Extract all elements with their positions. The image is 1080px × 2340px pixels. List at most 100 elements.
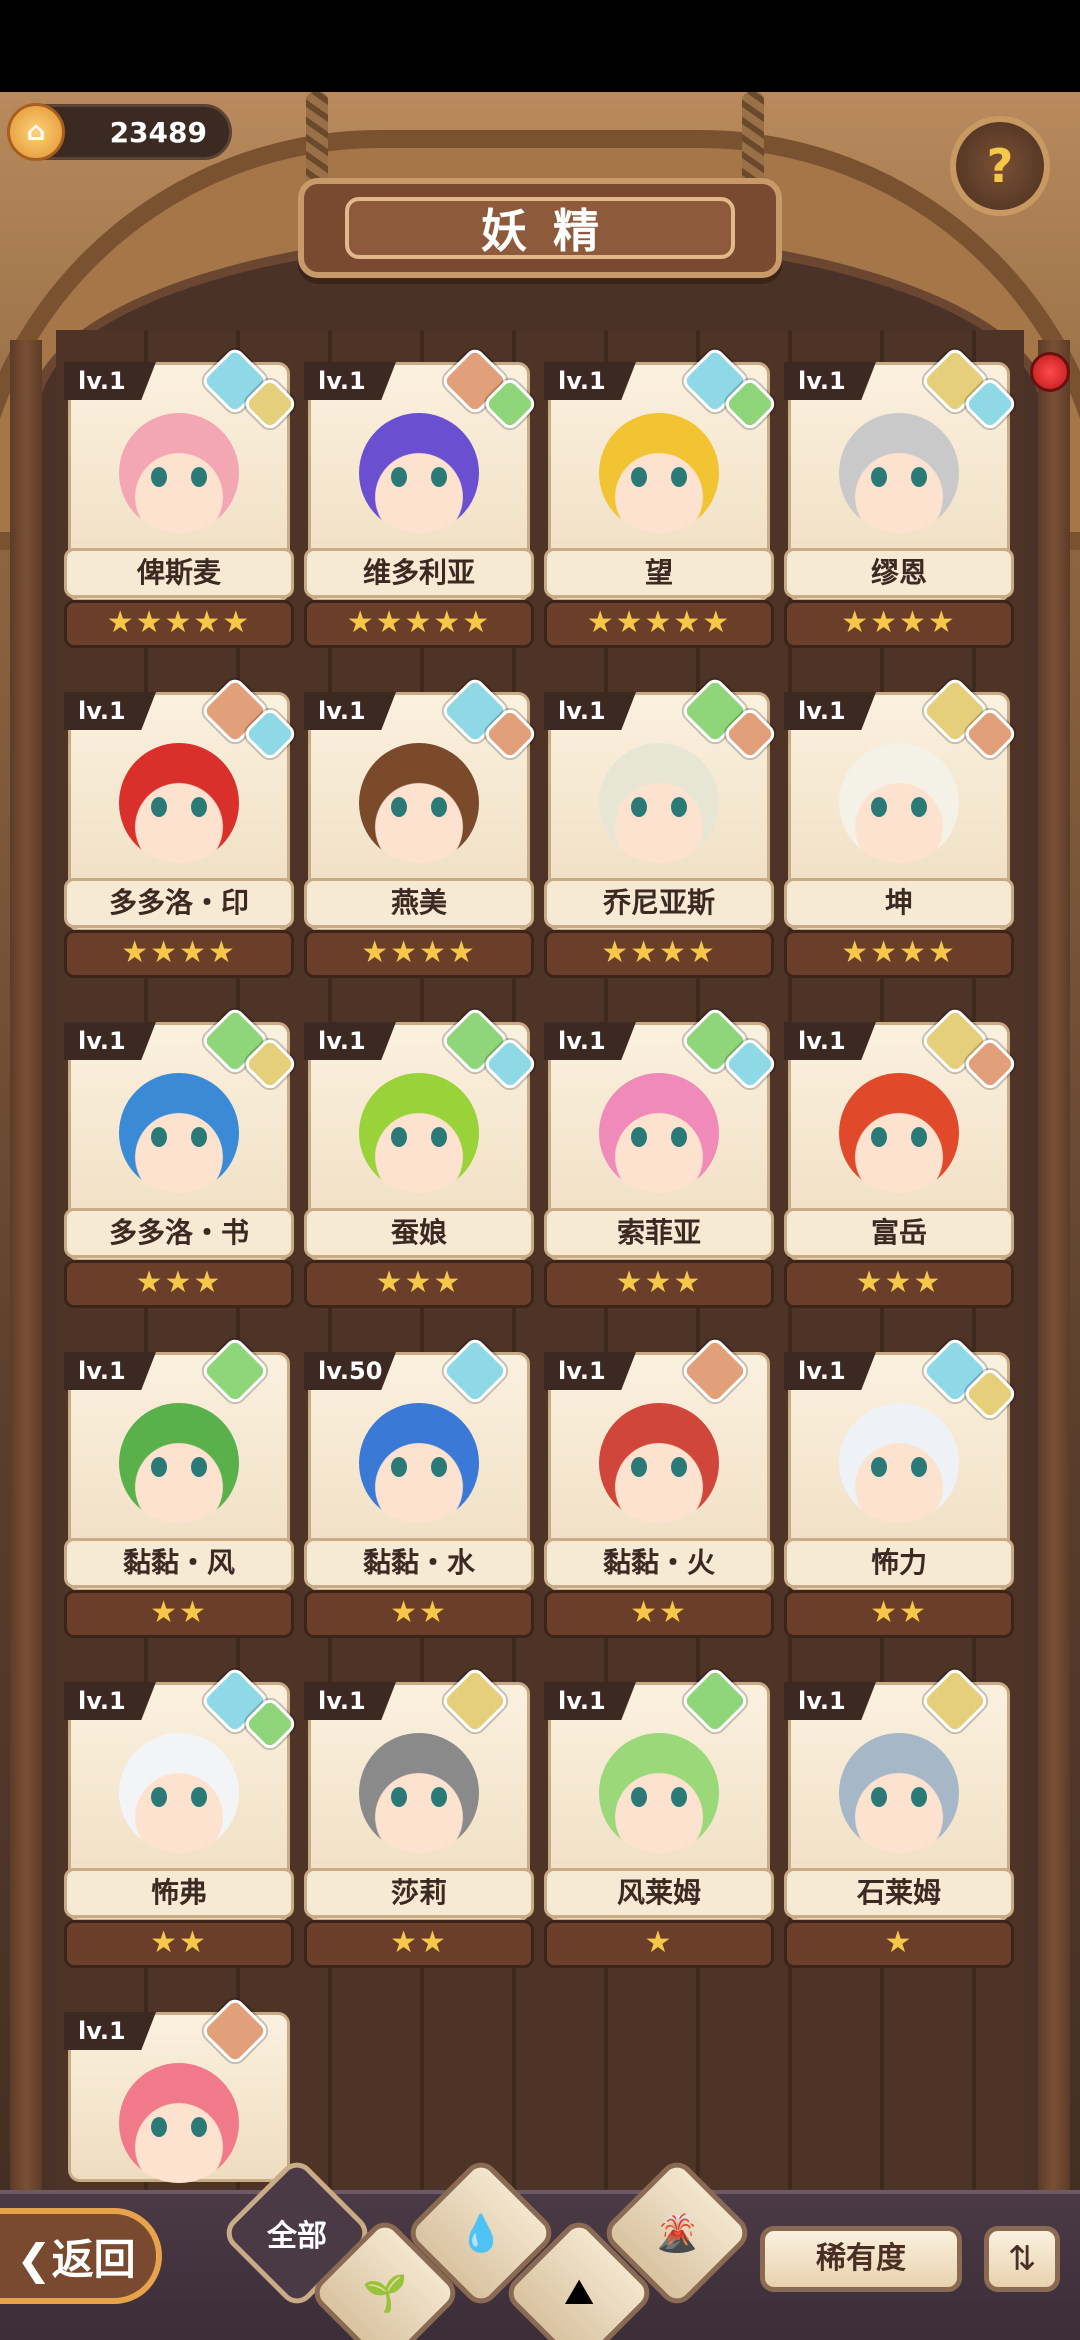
star-rating: ★★ [304,1920,534,1968]
fairy-name: 索菲亚 [544,1208,774,1258]
star-rating: ★★ [304,1590,534,1638]
level-tag: lv.1 [64,1682,156,1720]
fairy-card[interactable]: lv.1 黏黏・风 ★★ [64,1335,294,1648]
status-bar [0,0,1080,92]
fairy-face-icon [599,413,719,533]
fairy-name: 莎莉 [304,1868,534,1918]
fairy-card[interactable]: lv.1 石莱姆 ★ [784,1665,1014,1978]
fairy-face-icon [839,743,959,863]
fairy-card[interactable]: lv.50 黏黏・水 ★★ [304,1335,534,1648]
fairy-name: 富岳 [784,1208,1014,1258]
fairy-card[interactable]: lv.1 黏黏・火 ★★ [544,1335,774,1648]
fairy-portrait [584,398,734,548]
volcano-icon: 🌋 [654,2212,700,2254]
fairy-name: 黏黏・火 [544,1538,774,1588]
fairy-card[interactable]: lv.1 怖力 ★★ [784,1335,1019,1648]
fairy-portrait [104,1058,254,1208]
fairy-name: 黏黏・风 [64,1538,294,1588]
fairy-name: 黏黏・水 [304,1538,534,1588]
fairy-face-icon [359,413,479,533]
fairy-face-icon [599,1403,719,1523]
fairy-card[interactable]: lv.1 缪恩 ★★★★ [784,345,1019,658]
star-rating: ★★★★ [544,930,774,978]
sort-rarity-button[interactable]: 稀有度 [760,2226,962,2292]
fairy-face-icon [599,1733,719,1853]
fairy-card[interactable]: lv.1 多多洛・书 ★★★ [64,1005,299,1318]
fairy-collection-screen: ⌂ 23489 ? 妖精 lv.1 俾斯麦 ★★★★★ lv.1 维多利亚 ★★★★★ lv… [0,0,1080,2340]
notification-dot[interactable] [1030,352,1070,392]
fairy-face-icon [839,1733,959,1853]
fairy-face-icon [839,1073,959,1193]
star-rating: ★★★★★ [544,600,774,648]
star-rating: ★ [544,1920,774,1968]
fairy-card[interactable]: lv.1 维多利亚 ★★★★★ [304,345,539,658]
fairy-portrait [824,398,974,548]
star-rating: ★★★ [784,1260,1014,1308]
fairy-face-icon [359,1403,479,1523]
fairy-name: 乔尼亚斯 [544,878,774,928]
fairy-face-icon [119,2063,239,2183]
fairy-card[interactable]: lv.1 望 ★★★★★ [544,345,779,658]
fairy-face-icon [599,743,719,863]
fairy-face-icon [119,413,239,533]
droplet-icon: 💧 [458,2212,504,2254]
star-rating: ★★★ [544,1260,774,1308]
fairy-card[interactable]: lv.1 多多洛・印 ★★★★ [64,675,299,988]
fairy-face-icon [119,1733,239,1853]
level-tag: lv.1 [784,1352,876,1390]
fairy-name: 俾斯麦 [64,548,294,598]
fairy-portrait [344,398,494,548]
fairy-name: 多多洛・书 [64,1208,294,1258]
fairy-card[interactable]: lv.1 乔尼亚斯 ★★★★ [544,675,779,988]
fairy-card[interactable]: lv.1 俾斯麦 ★★★★★ [64,345,299,658]
level-tag: lv.1 [544,692,636,730]
back-button[interactable]: ❮返回 [0,2208,162,2304]
fairy-portrait [104,728,254,878]
mountain-icon: ⛰ [563,2272,595,2313]
fairy-portrait [584,1718,734,1868]
currency-value: 23489 [109,115,207,149]
star-rating: ★★ [544,1590,774,1638]
question-sprout-icon: ? [986,139,1014,193]
fairy-name: 缪恩 [784,548,1014,598]
level-tag: lv.1 [64,2012,156,2050]
level-tag: lv.1 [304,1682,396,1720]
level-tag: lv.1 [304,1022,396,1060]
fairy-card[interactable]: lv.1 坤 ★★★★ [784,675,1019,988]
coin-icon: ⌂ [7,103,65,161]
level-tag: lv.1 [544,1352,636,1390]
fairy-face-icon [359,1733,479,1853]
fairy-name: 多多洛・印 [64,878,294,928]
level-tag: lv.1 [64,692,156,730]
fairy-card[interactable]: lv.1 蚕娘 ★★★ [304,1005,539,1318]
fairy-card[interactable]: lv.1 风莱姆 ★ [544,1665,774,1978]
fairy-card[interactable]: lv.1 富岳 ★★★ [784,1005,1019,1318]
fairy-portrait [584,1388,734,1538]
star-rating: ★★★★★ [64,600,294,648]
star-rating: ★★ [64,1590,294,1638]
star-rating: ★★★★★ [304,600,534,648]
level-tag: lv.1 [784,1682,876,1720]
sprout-icon: 🌱 [362,2272,408,2314]
fairy-portrait [824,1388,974,1538]
right-pillar [1038,340,1070,2230]
fairy-portrait [104,1718,254,1868]
fairy-name: 风莱姆 [544,1868,774,1918]
level-tag: lv.1 [64,1352,156,1390]
sort-order-button[interactable]: ⇅ [984,2226,1060,2292]
fairy-card[interactable]: lv.1 莎莉 ★★ [304,1665,534,1978]
level-tag: lv.1 [784,1022,876,1060]
star-rating: ★★★★ [64,930,294,978]
currency-display[interactable]: ⌂ 23489 [7,103,232,161]
fairy-face-icon [119,1073,239,1193]
fairy-card[interactable]: lv.1 燕美 ★★★★ [304,675,539,988]
level-tag: lv.1 [304,362,396,400]
fairy-name: 怖力 [784,1538,1014,1588]
fairy-card[interactable]: lv.1 索菲亚 ★★★ [544,1005,779,1318]
star-rating: ★★★ [64,1260,294,1308]
help-button[interactable]: ? [950,116,1050,216]
fairy-name: 燕美 [304,878,534,928]
fairy-card[interactable]: lv.1 怖弗 ★★ [64,1665,299,1978]
fairy-portrait [344,728,494,878]
fairy-face-icon [599,1073,719,1193]
